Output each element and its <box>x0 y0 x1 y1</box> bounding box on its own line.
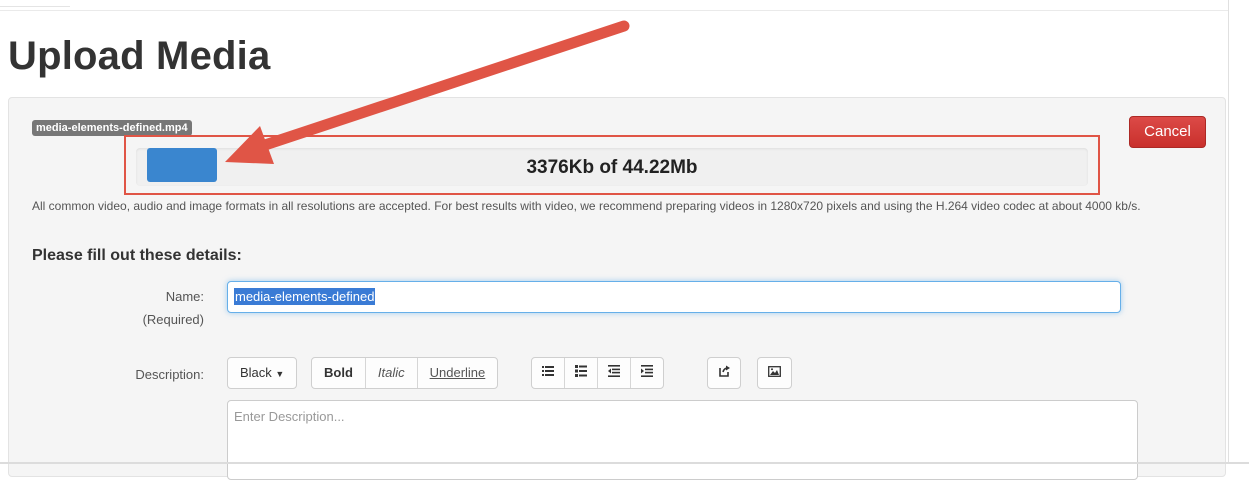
name-required-label: (Required) <box>142 312 204 327</box>
indent-icon <box>641 365 653 377</box>
right-divider <box>1228 0 1229 464</box>
text-color-label: Black <box>240 365 272 380</box>
details-heading: Please fill out these details: <box>32 247 242 264</box>
name-input-value: media-elements-defined <box>234 288 376 305</box>
name-input[interactable]: media-elements-defined <box>227 281 1121 313</box>
top-divider <box>0 10 1228 11</box>
bold-button[interactable]: Bold <box>312 358 366 388</box>
ordered-list-icon <box>575 365 587 377</box>
description-placeholder: Enter Description... <box>234 409 345 424</box>
upload-progress-text: 3376Kb of 44.22Mb <box>526 157 698 178</box>
text-format-group: Bold Italic Underline <box>311 357 499 389</box>
upload-progress-bar: 3376Kb of 44.22Mb <box>136 148 1088 186</box>
outdent-button[interactable] <box>598 358 631 388</box>
file-name-badge: media-elements-defined.mp4 <box>32 120 192 136</box>
description-textarea[interactable]: Enter Description... <box>227 400 1138 480</box>
outdent-icon <box>608 365 620 377</box>
ordered-list-button[interactable] <box>565 358 598 388</box>
text-color-group: Black ▼ <box>227 357 298 389</box>
image-icon <box>768 366 781 377</box>
image-group <box>757 357 792 389</box>
text-color-dropdown[interactable]: Black ▼ <box>228 358 296 388</box>
unordered-list-button[interactable] <box>532 358 565 388</box>
upload-help-text: All common video, audio and image format… <box>32 199 1141 213</box>
top-tab-stub <box>0 0 70 7</box>
name-label: Name: <box>165 289 204 304</box>
link-group <box>707 357 741 389</box>
caret-down-icon: ▼ <box>275 369 285 379</box>
unordered-list-icon <box>542 366 554 376</box>
page-title: Upload Media <box>8 34 271 78</box>
insert-link-button[interactable] <box>708 358 740 388</box>
indent-button[interactable] <box>631 358 663 388</box>
list-indent-group <box>531 357 664 389</box>
insert-image-button[interactable] <box>758 358 791 388</box>
cancel-button[interactable]: Cancel <box>1129 116 1206 148</box>
link-icon <box>719 365 730 377</box>
description-label: Description: <box>135 367 204 382</box>
underline-button[interactable]: Underline <box>418 358 498 388</box>
italic-button[interactable]: Italic <box>366 358 418 388</box>
